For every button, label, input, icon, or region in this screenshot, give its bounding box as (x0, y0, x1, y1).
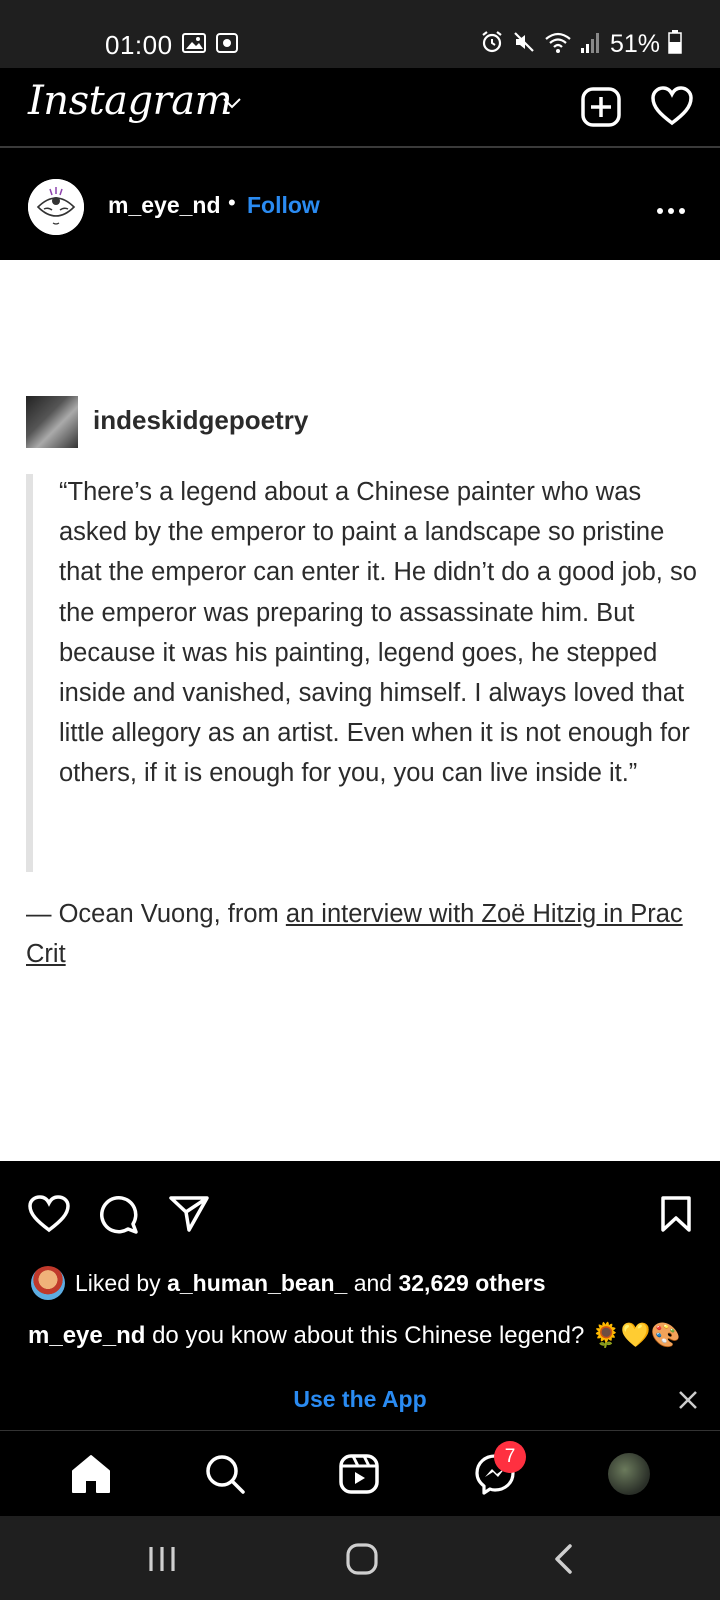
caption-text: do you know about this Chinese legend? 🌻… (145, 1322, 681, 1349)
post-caption: m_eye_nd do you know about this Chinese … (28, 1320, 708, 1368)
reels-icon[interactable] (338, 1453, 380, 1500)
chevron-down-icon[interactable] (222, 96, 242, 115)
instagram-logo[interactable]: Instagram (28, 78, 233, 124)
liked-by-row[interactable]: Liked by a_human_bean_ and 32,629 others (31, 1266, 546, 1300)
tumblr-username: indeskidgepoetry (93, 405, 309, 435)
follow-button[interactable]: Follow (247, 192, 320, 219)
close-icon[interactable] (678, 1390, 698, 1415)
post-header: m_eye_nd • Follow (0, 152, 720, 260)
quote-attribution: — Ocean Vuong, from an interview with Zo… (26, 894, 696, 974)
status-time: 01:00 (105, 30, 173, 60)
post-actions (0, 1161, 720, 1271)
liked-middle: and (347, 1269, 399, 1296)
messenger-badge: 7 (494, 1441, 526, 1473)
wifi-icon (544, 30, 572, 59)
use-app-button[interactable]: Use the App (0, 1386, 720, 1413)
mute-icon (512, 30, 536, 59)
app-header: Instagram (0, 68, 720, 146)
battery-percent: 51% (609, 30, 660, 58)
post-avatar[interactable] (28, 179, 84, 235)
alarm-icon (480, 30, 504, 59)
post-image[interactable]: indeskidgepoetry “There’s a legend about… (0, 260, 720, 1161)
heart-icon[interactable] (650, 86, 694, 131)
bottom-nav: 7 (0, 1431, 720, 1516)
likes-count[interactable]: 32,629 others (398, 1270, 545, 1296)
battery-icon (668, 30, 682, 59)
profile-avatar[interactable] (608, 1453, 650, 1495)
liker-username[interactable]: a_human_bean_ (167, 1270, 347, 1296)
tumblr-avatar (26, 396, 78, 448)
quote-text: “There’s a legend about a Chinese painte… (59, 478, 697, 788)
signal-icon (580, 30, 602, 59)
system-home-icon[interactable] (346, 1543, 378, 1580)
caption-username[interactable]: m_eye_nd (28, 1322, 145, 1349)
screen-record-icon (216, 33, 238, 58)
recents-icon[interactable] (148, 1545, 176, 1578)
separator-dot: • (228, 190, 236, 215)
like-icon[interactable] (28, 1195, 70, 1238)
status-bar: 01:00 51% (0, 0, 720, 68)
liker-avatar (31, 1266, 65, 1300)
post-username[interactable]: m_eye_nd (108, 192, 221, 219)
quote-bar (26, 474, 33, 872)
attribution-prefix: — Ocean Vuong, from (26, 900, 286, 928)
header-divider (0, 146, 720, 148)
more-options-icon[interactable] (656, 202, 686, 220)
search-icon[interactable] (204, 1453, 246, 1500)
back-icon[interactable] (552, 1543, 574, 1580)
use-app-banner: Use the App (0, 1372, 720, 1430)
bookmark-icon[interactable] (660, 1195, 692, 1238)
comment-icon[interactable] (99, 1195, 139, 1240)
share-icon[interactable] (169, 1195, 209, 1238)
system-nav-bar (0, 1516, 720, 1600)
new-post-icon[interactable] (580, 86, 622, 133)
liked-by-text: Liked by a_human_bean_ and 32,629 others (75, 1270, 546, 1297)
gallery-icon (182, 33, 206, 58)
home-icon[interactable] (70, 1453, 112, 1500)
liked-prefix: Liked by (75, 1269, 168, 1296)
